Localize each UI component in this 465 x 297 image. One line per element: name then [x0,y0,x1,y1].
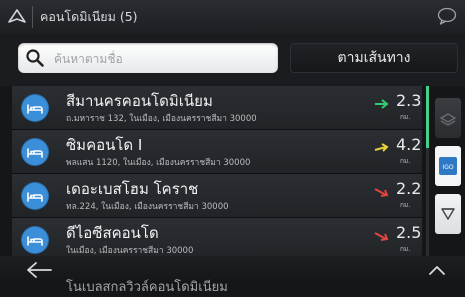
distance-unit: กม. [400,157,411,165]
list-item[interactable]: ดีไอซีสคอนโด ในเมือง, เมืองนครราชสีมา 30… [12,218,422,256]
result-name: เดอะเบสโฮม โคราช [66,180,199,198]
bed-icon [22,227,48,253]
result-distance: 2.2 [396,179,422,198]
list-item[interactable]: ซิมคอนโด I พลแสน 1120, ในเมือง, เมืองนคร… [12,130,422,174]
distance-unit: กม. [400,245,411,253]
search-icon [26,49,44,67]
result-address: ถ.มหาราช 132, ในเมือง, เมืองนครราชสีมา 3… [66,114,257,124]
search-input[interactable] [52,43,271,75]
list-item-partial: โนเบลสกลวิวล์คอนโดมิเนียม [66,280,228,295]
result-address: ทล.224, ในเมือง, เมืองนครราชสีมา 30000 [66,202,229,212]
distance-unit: กม. [400,113,411,121]
filter-button[interactable] [435,194,461,234]
bed-icon [22,95,48,121]
scrollbar-thumb[interactable] [426,86,429,148]
layers-icon [439,113,457,126]
page-title: คอนโดมิเนียม (5) [40,9,138,24]
bed-icon [22,183,48,209]
result-name: ดีไอซีสคอนโด [66,224,159,242]
chat-bubble-icon[interactable] [437,7,457,25]
poi-logo-button[interactable]: IGO [435,146,461,186]
result-distance: 2.5 [396,223,422,242]
list-item[interactable]: เดอะเบสโฮม โคราช ทล.224, ในเมือง, เมืองน… [12,174,422,218]
result-address: พลแสน 1120, ในเมือง, เมืองนครราชสีมา 300… [66,158,251,168]
direction-arrow-icon [374,143,389,152]
result-distance: 4.2 [396,135,422,154]
poi-logo-icon: IGO [439,157,457,175]
list-item[interactable]: สีมานครคอนโดมิเนียม ถ.มหาราช 132, ในเมือ… [12,86,422,130]
search-box[interactable] [18,43,278,75]
result-name: สีมานครคอนโดมิเนียม [66,92,213,110]
results-list[interactable]: สีมานครคอนโดมิเนียม ถ.มหาราช 132, ในเมือ… [12,86,422,256]
distance-unit: กม. [400,201,411,209]
direction-arrow-icon [374,232,389,241]
navigation-arrow-icon[interactable] [6,5,28,27]
direction-arrow-icon [374,188,389,197]
direction-arrow-icon [375,99,389,109]
svg-text:IGO: IGO [442,164,453,171]
layers-button[interactable] [435,98,461,138]
bed-icon [22,139,48,165]
header-separator [32,6,33,28]
filter-funnel-icon [441,208,455,220]
chevron-up-icon[interactable] [424,260,450,280]
along-route-button[interactable]: ตามเส้นทาง [290,43,458,73]
along-route-label: ตามเส้นทาง [337,50,411,66]
result-address: ในเมือง, เมืองนครราชสีมา 30000 [66,246,194,256]
result-distance: 2.3 [396,91,422,110]
result-name: ซิมคอนโด I [66,136,143,154]
back-arrow-icon[interactable] [24,260,54,280]
